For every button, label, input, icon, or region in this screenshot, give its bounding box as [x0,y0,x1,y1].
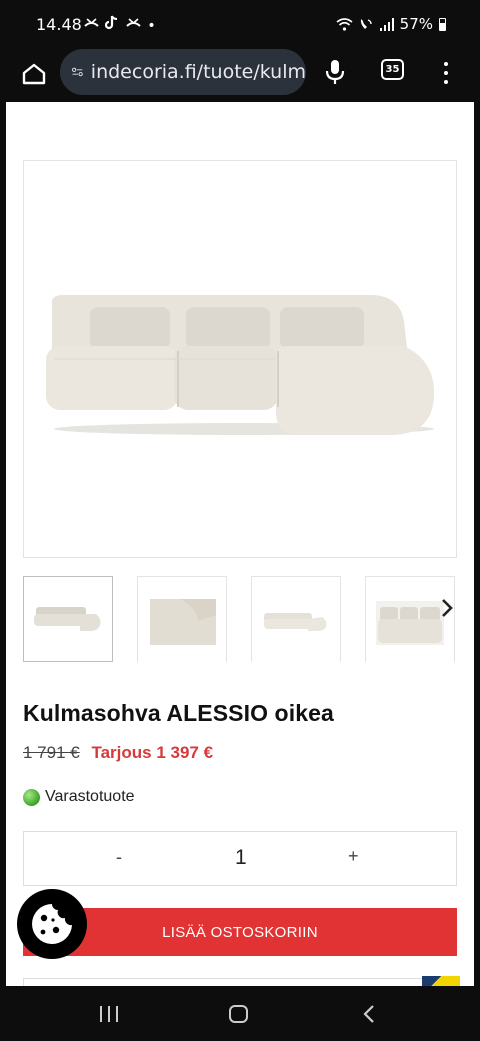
microphone-icon [325,60,345,84]
menu-dot [444,80,448,84]
thumbnail-1[interactable] [23,576,113,662]
quantity-value[interactable]: 1 [235,846,247,870]
system-nav-bar [0,986,480,1041]
sofa-thumbnail [34,607,101,631]
quantity-increase-button[interactable]: + [348,846,359,867]
address-bar[interactable]: indecoria.fi/tuote/kulm [60,49,306,95]
sale-price: Tarjous 1 397 € [91,743,214,762]
quantity-stepper: - 1 + [23,831,457,886]
back-arrow-icon [363,1005,374,1023]
recents-line [100,1006,102,1022]
browser-menu-button[interactable] [436,58,456,88]
missed-call-icon [84,18,99,27]
product-title: Kulmasohva ALESSIO oikea [23,700,334,726]
status-right: 57% [336,15,446,33]
menu-dot [444,71,448,75]
sofa-thumbnail [264,613,327,631]
sofa-detail-thumbnail [150,599,216,645]
stock-label: Varastotuote [45,788,135,805]
wifi-icon [336,17,353,31]
wifi-calling-icon [360,19,372,29]
thumbnail-3[interactable] [251,576,341,662]
tiktok-icon [105,15,118,30]
site-settings-icon [72,67,83,77]
battery-icon [439,17,446,31]
in-stock-icon [23,788,40,806]
recents-line [108,1006,110,1022]
cookie-settings-button[interactable] [17,889,87,959]
system-back-button[interactable] [362,1004,376,1024]
notification-icons: • [84,15,158,34]
cookie-icon [32,904,72,944]
voice-search-button[interactable] [322,56,348,88]
old-price: 1 791 € [23,743,80,762]
notification-dot: • [147,18,158,34]
stock-status: Varastotuote [23,788,135,806]
status-bar: 14.48 • 57% [0,0,480,48]
quantity-decrease-button[interactable]: - [116,847,122,868]
chevron-right-icon [442,599,453,617]
next-thumbnail-arrow[interactable] [439,597,455,619]
status-time: 14.48 [36,15,82,34]
menu-dot [444,62,448,66]
browser-toolbar: indecoria.fi/tuote/kulm 35 [0,48,480,100]
missed-call-icon [126,18,141,27]
home-button[interactable] [18,58,50,90]
flag-badge [422,976,460,986]
recents-line [116,1006,118,1022]
system-home-button[interactable] [229,1005,248,1023]
add-to-cart-button[interactable]: LISÄÄ OSTOSKORIIN [23,908,457,956]
url-text: indecoria.fi/tuote/kulm [90,61,306,83]
thumbnail-2[interactable] [137,576,227,662]
thumbnail-strip [23,576,457,662]
sofa-image [46,295,435,435]
battery-percent: 57% [399,15,433,33]
web-page: Kulmasohva ALESSIO oikea 1 791 € Tarjous… [6,102,474,986]
product-main-image[interactable] [23,160,457,558]
price-row: 1 791 € Tarjous 1 397 € [23,743,213,763]
tab-switcher-button[interactable]: 35 [381,59,404,80]
recent-apps-button[interactable] [100,1006,118,1022]
home-icon [22,63,46,85]
signal-icon [379,17,394,31]
next-section-box [23,978,427,986]
